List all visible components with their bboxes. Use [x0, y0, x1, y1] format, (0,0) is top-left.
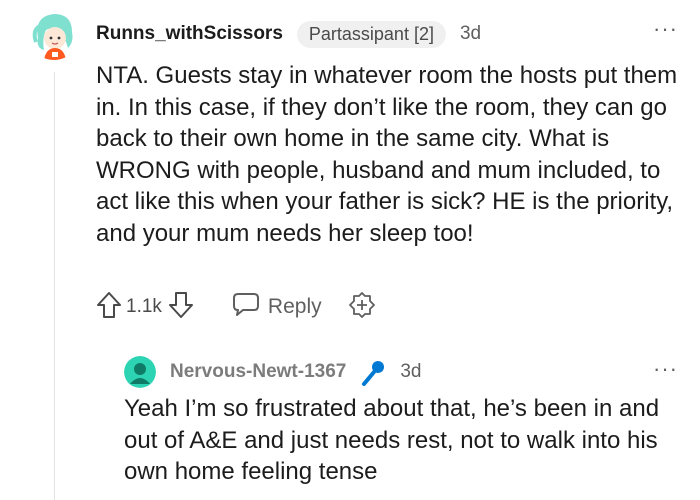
award-button[interactable]	[348, 291, 376, 324]
upvote-arrow-icon[interactable]	[96, 291, 122, 324]
downvote-arrow-icon[interactable]	[168, 291, 194, 324]
comment-body: NTA. Guests stay in whatever room the ho…	[96, 62, 678, 247]
user-flair: Partassipant [2]	[296, 20, 446, 48]
thread-line[interactable]	[54, 72, 55, 500]
comment-header: Runns_withScissors Partassipant [2] 3d ·…	[28, 6, 678, 62]
reply-body: Yeah I’m so frustrated about that, he’s …	[124, 395, 660, 485]
avatar[interactable]	[28, 8, 80, 60]
chat-bubble-icon	[232, 291, 260, 323]
more-dots-icon[interactable]: ···	[653, 358, 678, 380]
reply-username[interactable]: Nervous-Newt-1367	[170, 361, 346, 383]
comment-thread: Runns_withScissors Partassipant [2] 3d ·…	[0, 0, 700, 500]
reply-avatar[interactable]	[124, 356, 156, 388]
reply-header: Nervous-Newt-1367 3d ···	[124, 352, 678, 392]
award-icon	[348, 291, 376, 324]
reply-avatar-image	[124, 356, 156, 388]
vote-count: 1.1k	[126, 296, 162, 317]
microphone-icon	[360, 358, 386, 386]
avatar-image	[28, 8, 80, 60]
comment-timestamp: 3d	[459, 23, 482, 44]
more-dots-icon[interactable]: ···	[653, 18, 678, 40]
comment-actions: 1.1k Reply	[96, 290, 376, 324]
reply-label: Reply	[267, 295, 322, 318]
reply-button[interactable]: Reply	[232, 291, 322, 323]
comment-username[interactable]: Runns_withScissors	[96, 23, 283, 45]
reply-timestamp: 3d	[400, 361, 422, 382]
